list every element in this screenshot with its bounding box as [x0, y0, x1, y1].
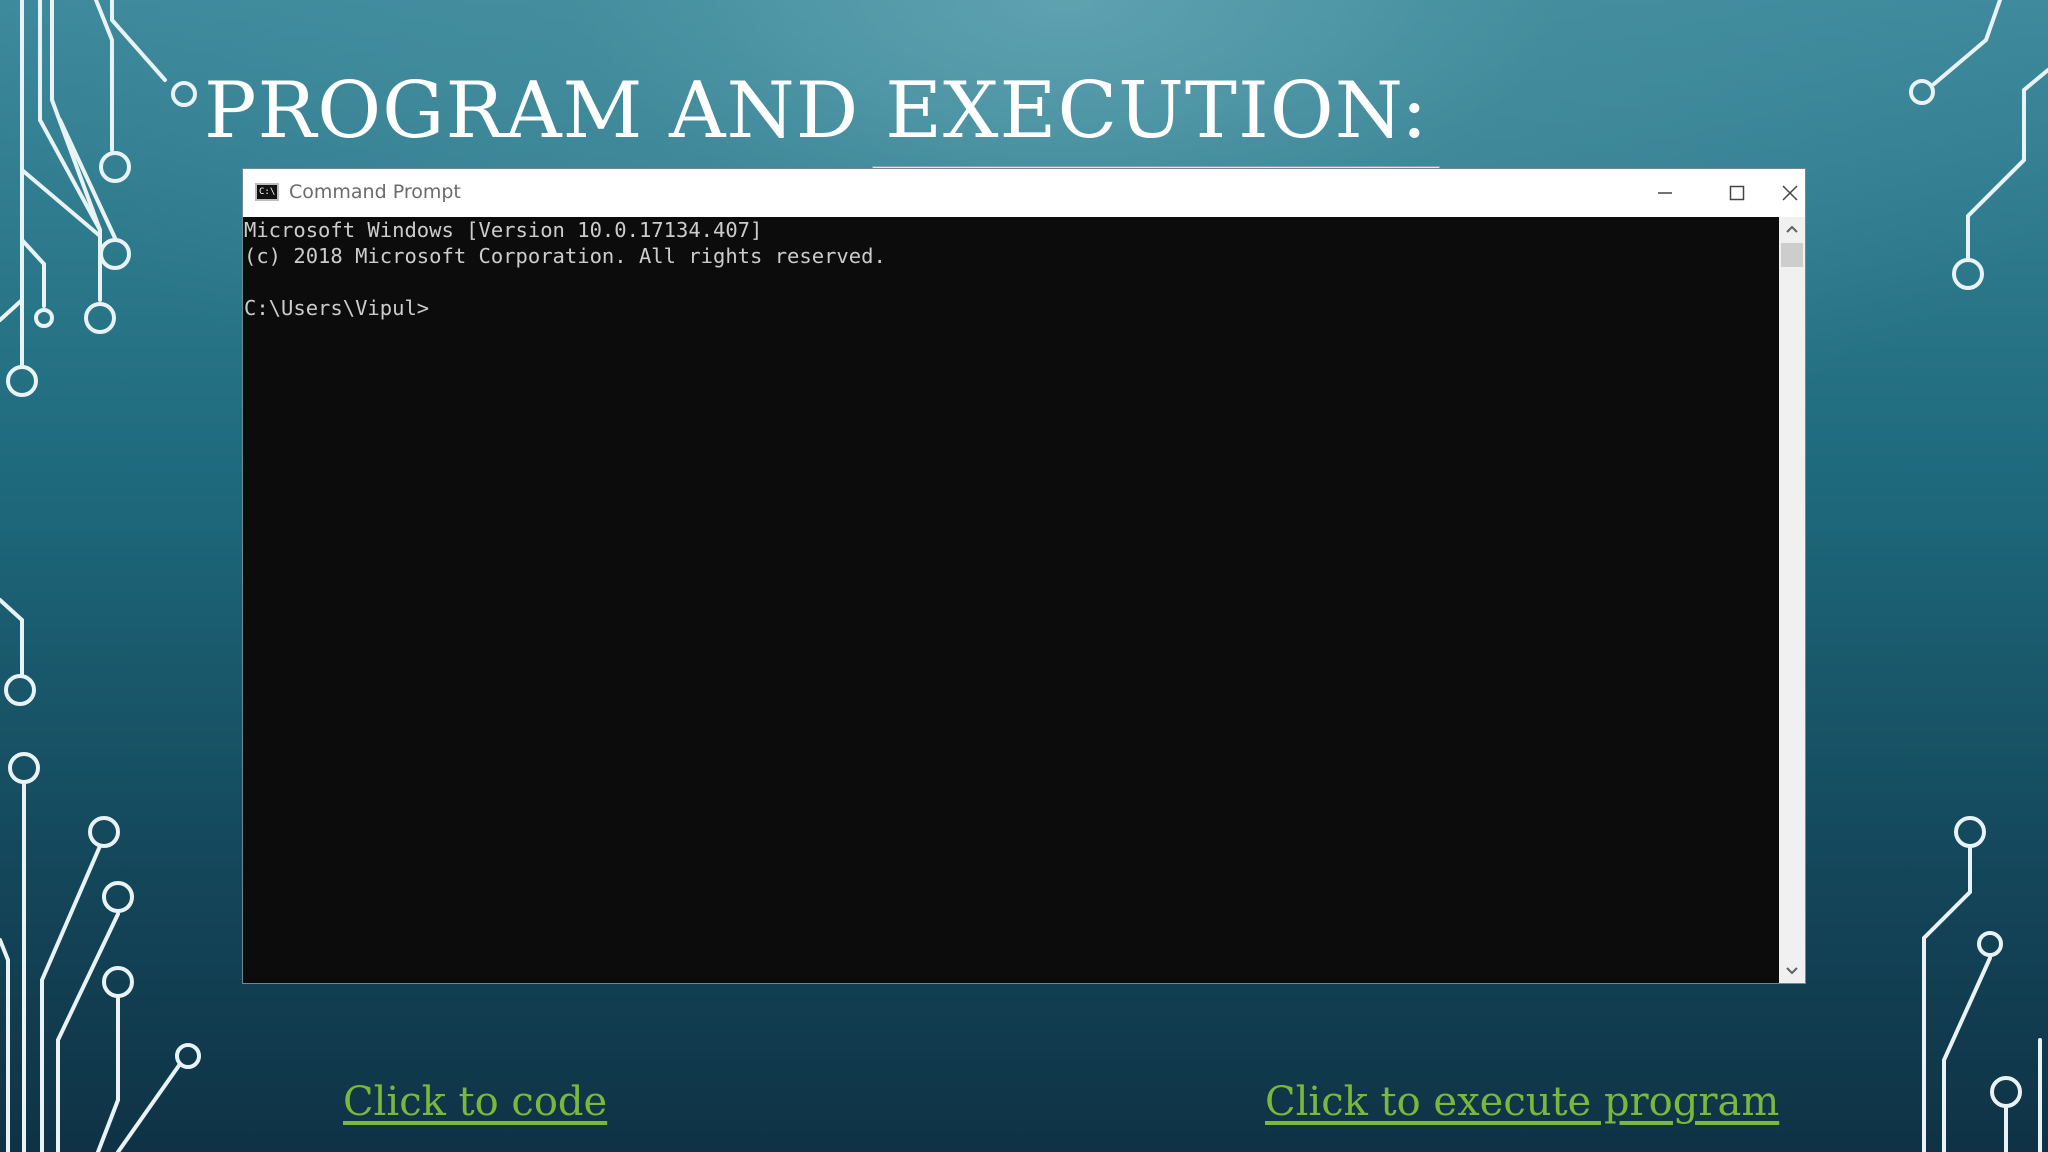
vertical-scrollbar[interactable] [1779, 217, 1805, 983]
maximize-button[interactable] [1701, 169, 1773, 217]
scroll-down-button[interactable] [1779, 959, 1805, 983]
close-icon [1782, 185, 1798, 201]
minimize-button[interactable] [1629, 169, 1701, 217]
chevron-down-icon [1786, 967, 1798, 975]
console-output[interactable]: Microsoft Windows [Version 10.0.17134.40… [243, 217, 1779, 983]
window-title-bar[interactable]: C:\. Command Prompt [243, 169, 1805, 217]
close-button[interactable] [1773, 169, 1807, 217]
scroll-up-button[interactable] [1779, 217, 1805, 241]
command-prompt-window[interactable]: C:\. Command Prompt Microsoft Windows [V… [242, 168, 1806, 984]
window-title: Command Prompt [289, 181, 461, 203]
console-line: (c) 2018 Microsoft Corporation. All righ… [244, 244, 886, 268]
maximize-icon [1729, 185, 1745, 201]
console-line: Microsoft Windows [Version 10.0.17134.40… [244, 218, 763, 242]
slide-title: PROGRAM AND EXECUTION: [204, 66, 1429, 156]
click-to-execute-link[interactable]: Click to execute program [1265, 1082, 1779, 1122]
chevron-up-icon [1786, 225, 1798, 233]
command-prompt-line[interactable]: C:\Users\Vipul> [243, 295, 1779, 321]
minimize-icon [1658, 192, 1672, 194]
click-to-code-link[interactable]: Click to code [343, 1082, 607, 1122]
command-prompt-icon: C:\. [255, 183, 279, 201]
scrollbar-thumb[interactable] [1781, 243, 1803, 267]
